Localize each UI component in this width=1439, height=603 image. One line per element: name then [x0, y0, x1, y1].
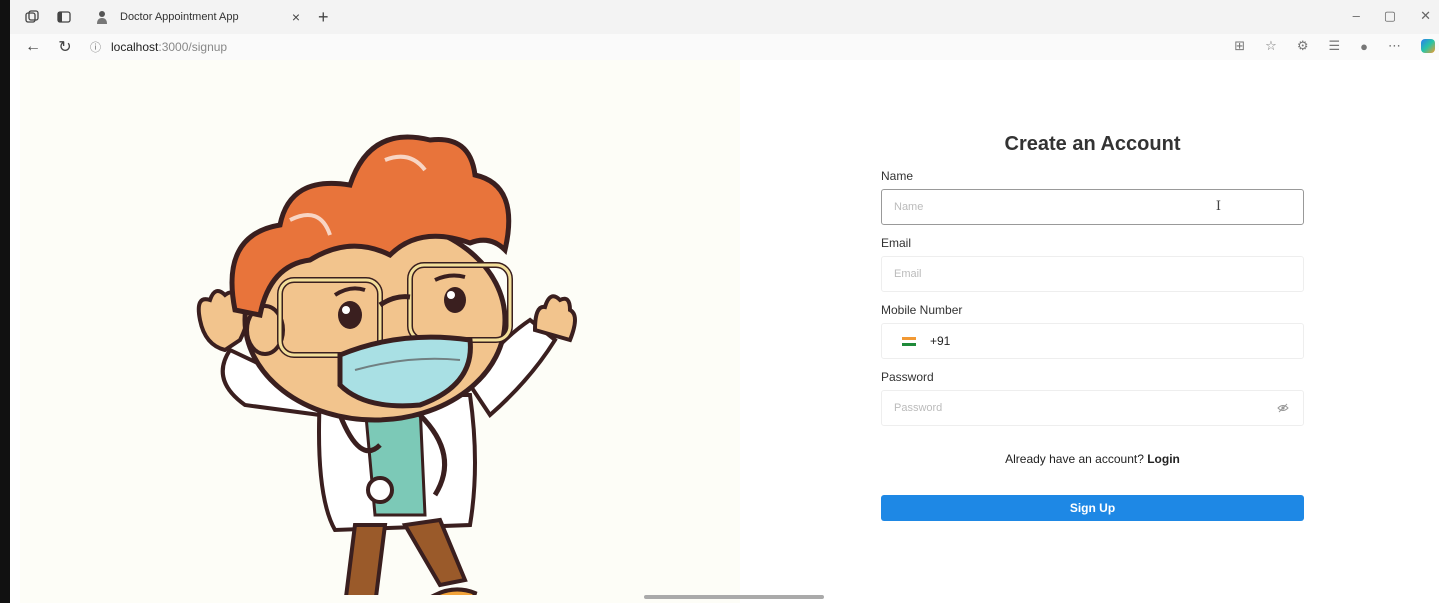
email-label: Email — [881, 236, 912, 250]
password-label: Password — [881, 370, 934, 384]
url-field[interactable]: ⓘ localhost:3000/signup — [90, 39, 227, 55]
profile-icon[interactable]: ● — [1360, 39, 1368, 54]
name-field-wrapper: I — [881, 189, 1304, 225]
doctor-illustration — [196, 134, 577, 595]
password-field-wrapper — [881, 390, 1304, 426]
favorites-list-icon[interactable]: ☰ — [1328, 38, 1340, 54]
browser-toolbar: ⊞ ☆ ⚙ ☰ ● ⋯ — [1234, 38, 1435, 54]
url-path: :3000/signup — [158, 40, 228, 54]
copilot-icon[interactable] — [1421, 39, 1435, 53]
page-title: Create an Account — [1004, 133, 1181, 155]
mobile-field[interactable]: +91 — [881, 323, 1304, 359]
login-link[interactable]: Login — [1147, 452, 1180, 466]
login-prompt-text: Already have an account? — [1005, 452, 1148, 466]
url-host: localhost — [111, 40, 159, 54]
name-input[interactable] — [882, 190, 1303, 224]
tab-close-icon[interactable]: × — [292, 9, 300, 25]
workspaces-icon[interactable] — [22, 7, 42, 27]
window-controls: – ▢ ✕ — [1353, 8, 1431, 24]
name-label: Name — [881, 169, 914, 183]
mobile-label: Mobile Number — [881, 303, 963, 317]
tab-strip: Doctor Appointment App × + – ▢ ✕ — [10, 0, 1439, 34]
sign-up-button[interactable]: Sign Up — [881, 495, 1304, 521]
active-tab[interactable]: Doctor Appointment App × — [88, 3, 308, 31]
signup-page: Create an Account Name I Email Mobile Nu… — [10, 60, 1439, 603]
password-input[interactable] — [882, 391, 1303, 425]
split-screen-icon[interactable]: ⊞ — [1234, 38, 1245, 54]
new-tab-button[interactable]: + — [318, 7, 329, 28]
country-code: +91 — [930, 334, 951, 348]
login-prompt: Already have an account? Login — [881, 452, 1304, 466]
more-icon[interactable]: ⋯ — [1388, 38, 1401, 54]
refresh-icon[interactable]: ↻ — [56, 37, 74, 57]
india-flag-icon[interactable] — [902, 336, 916, 346]
signup-form: Create an Account Name I Email Mobile Nu… — [881, 130, 1304, 521]
email-field-wrapper — [881, 256, 1304, 292]
left-edge — [0, 0, 10, 603]
doctor-favicon-icon — [96, 10, 110, 24]
tab-title: Doctor Appointment App — [120, 11, 239, 23]
text-cursor-icon: I — [1215, 199, 1221, 214]
address-bar: ← ↻ ⓘ localhost:3000/signup ⊞ ☆ ⚙ ☰ ● ⋯ — [10, 34, 1439, 60]
back-icon[interactable]: ← — [24, 38, 42, 56]
eye-slash-icon[interactable] — [1277, 402, 1289, 414]
email-input[interactable] — [882, 257, 1303, 291]
restore-button[interactable]: ▢ — [1384, 8, 1396, 24]
extensions-icon[interactable]: ⚙ — [1297, 38, 1309, 54]
horizontal-scrollbar[interactable] — [644, 595, 824, 599]
close-window-button[interactable]: ✕ — [1420, 8, 1431, 24]
favorite-icon[interactable]: ☆ — [1265, 38, 1277, 54]
tab-actions-icon[interactable] — [54, 7, 74, 27]
info-icon[interactable]: ⓘ — [90, 39, 101, 55]
minimize-button[interactable]: – — [1353, 8, 1360, 24]
